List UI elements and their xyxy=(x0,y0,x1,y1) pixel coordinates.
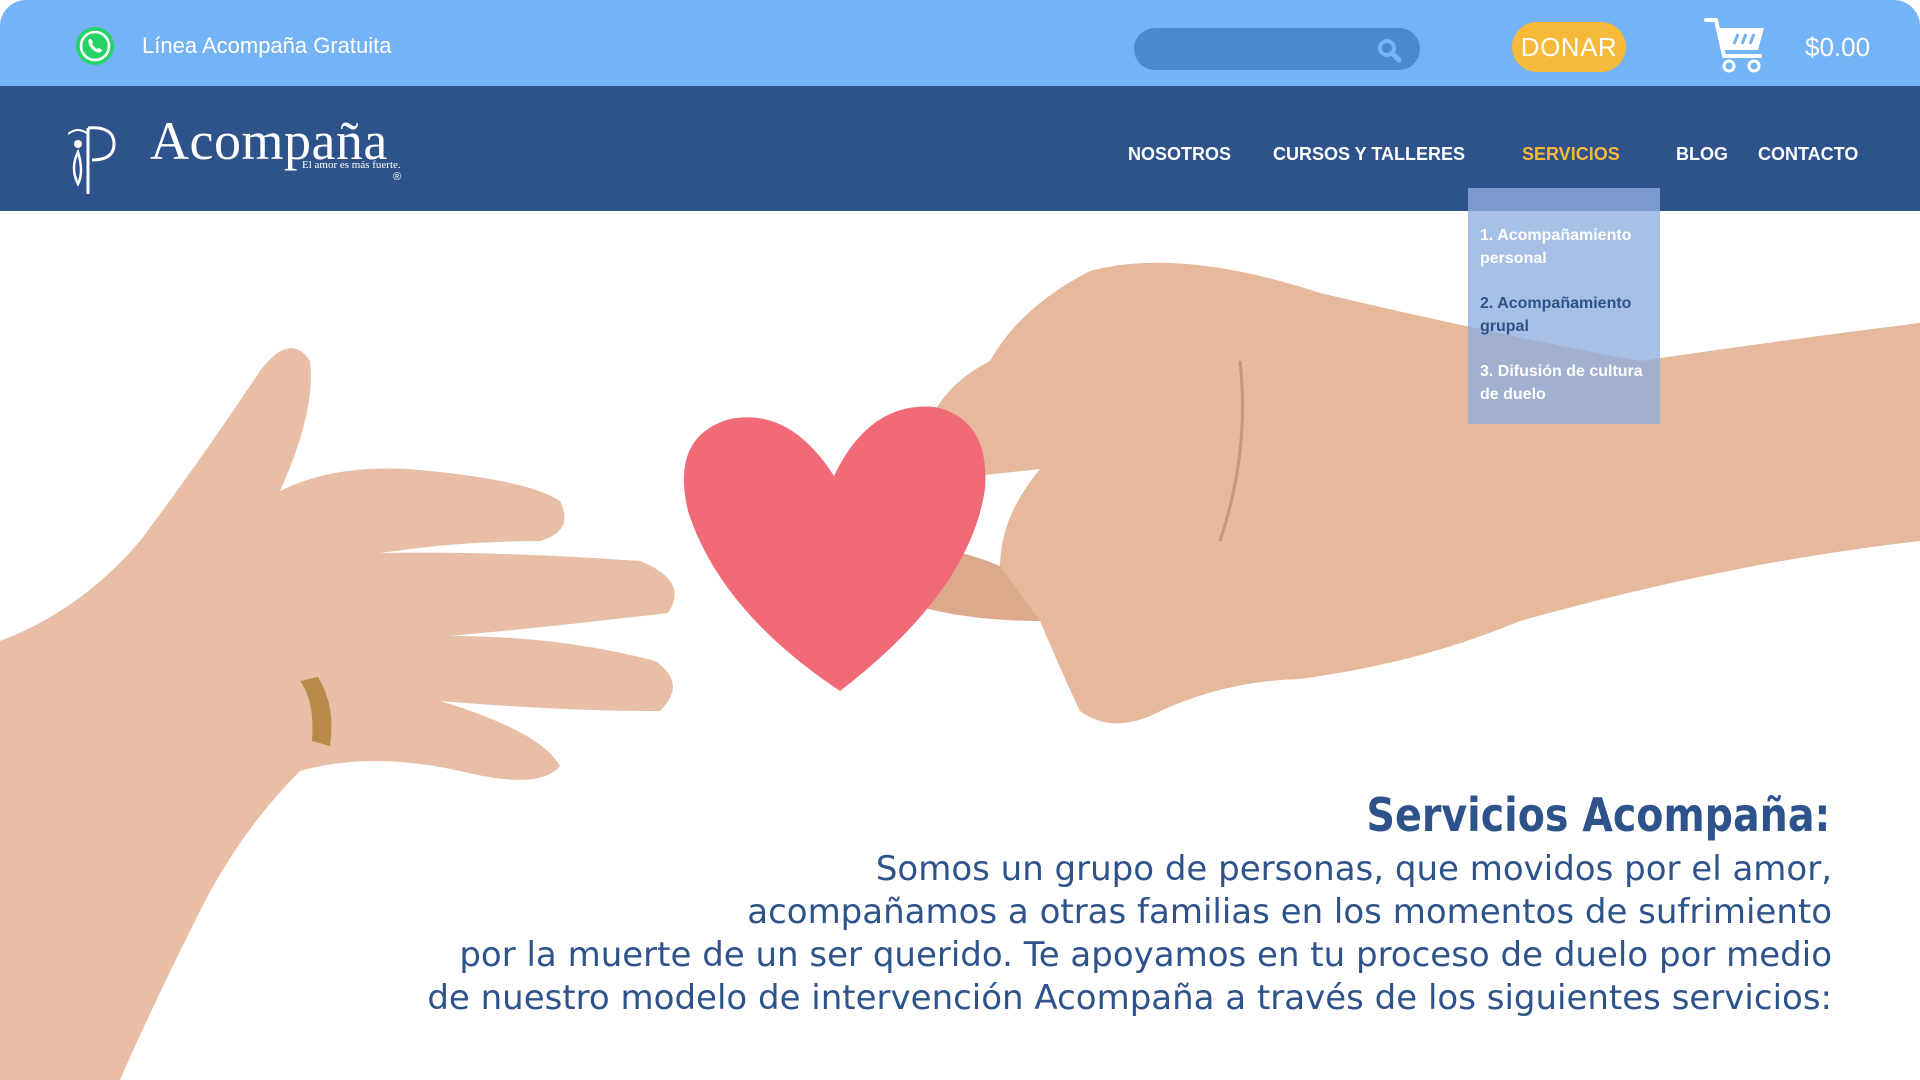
hero-title: Servicios Acompaña: xyxy=(1366,788,1830,842)
hero-description-line: de nuestro modelo de intervención Acompa… xyxy=(427,978,1832,1018)
helpline-link[interactable]: Línea Acompaña Gratuita xyxy=(142,33,392,59)
search-input[interactable] xyxy=(1134,28,1420,70)
donate-button[interactable]: DONAR xyxy=(1512,22,1626,72)
hero-description: Somos un grupo de personas, que movidos … xyxy=(232,848,1832,1020)
logo-icon[interactable] xyxy=(68,114,144,196)
nav-item-blog[interactable]: BLOG xyxy=(1676,144,1728,165)
dropdown-item-acompanamiento-grupal[interactable]: 2. Acompañamiento grupal xyxy=(1480,292,1656,338)
servicios-dropdown-menu: 1. Acompañamiento personal 2. Acompañami… xyxy=(1468,188,1660,424)
nav-item-servicios[interactable]: SERVICIOS xyxy=(1522,144,1620,165)
brand-tagline: El amor es más fuerte. xyxy=(302,159,401,171)
top-bar: Línea Acompaña Gratuita DONAR $0.00 xyxy=(0,0,1920,86)
shopping-cart-icon[interactable] xyxy=(1704,16,1768,74)
cart-total[interactable]: $0.00 xyxy=(1805,32,1870,63)
nav-item-nosotros[interactable]: NOSOTROS xyxy=(1128,144,1231,165)
dropdown-item-acompanamiento-personal[interactable]: 1. Acompañamiento personal xyxy=(1480,224,1656,270)
whatsapp-icon[interactable] xyxy=(74,25,116,67)
hero-description-line: acompañamos a otras familias en los mome… xyxy=(747,892,1832,932)
nav-item-contacto[interactable]: CONTACTO xyxy=(1758,144,1858,165)
nav-item-cursos-y-talleres[interactable]: CURSOS Y TALLERES xyxy=(1273,144,1465,165)
search-icon[interactable] xyxy=(1376,37,1402,63)
registered-mark: ® xyxy=(393,171,402,183)
dropdown-item-difusion-cultura-duelo[interactable]: 3. Difusión de cultura de duelo xyxy=(1480,360,1656,406)
hero-description-line: Somos un grupo de personas, que movidos … xyxy=(875,849,1832,889)
hero-description-line: por la muerte de un ser querido. Te apoy… xyxy=(459,935,1832,975)
